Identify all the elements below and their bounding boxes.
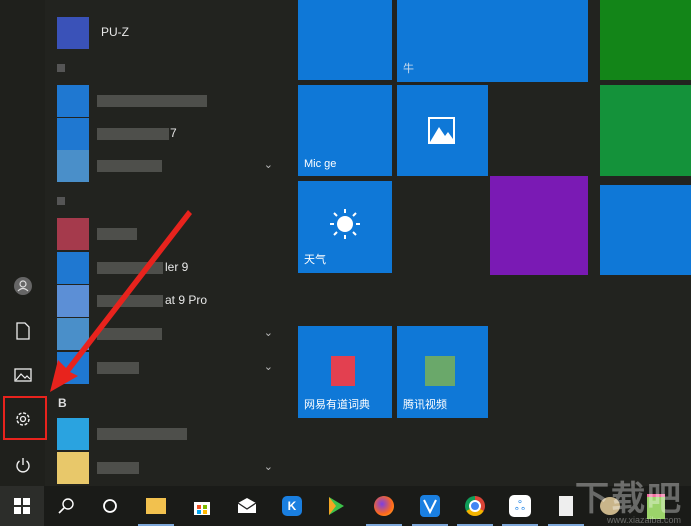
taskbar-chrome[interactable] (453, 486, 497, 526)
mail-icon (237, 498, 257, 513)
windows-icon (14, 498, 30, 514)
chrome-icon (465, 496, 485, 516)
store-icon (194, 502, 210, 515)
start-button[interactable] (0, 486, 44, 526)
cortana-icon (103, 499, 117, 513)
firefox-icon (374, 496, 394, 516)
taskbar-mail[interactable] (225, 486, 269, 526)
netdisk-icon: ஃ (509, 495, 531, 517)
play-icon (329, 497, 344, 515)
search-button[interactable] (44, 486, 88, 526)
taskbar-kugou[interactable]: K (270, 486, 314, 526)
taskbar-video-player[interactable] (314, 486, 358, 526)
watermark-url: www.xiazaiba.com (606, 515, 681, 525)
search-icon (58, 498, 74, 514)
folder-icon (146, 498, 166, 514)
kugou-icon: K (282, 496, 302, 516)
taskbar-firefox[interactable] (362, 486, 406, 526)
taskbar-store[interactable] (180, 486, 224, 526)
watermark: 下载吧 (575, 480, 683, 518)
file-icon (559, 496, 573, 516)
taskbar-tencent-security[interactable] (408, 486, 452, 526)
cortana-button[interactable] (88, 486, 132, 526)
shield-icon (420, 495, 440, 517)
taskbar-file-explorer[interactable] (134, 486, 178, 526)
taskbar-baidu-netdisk[interactable]: ஃ (498, 486, 542, 526)
annotation-arrow (50, 210, 192, 392)
